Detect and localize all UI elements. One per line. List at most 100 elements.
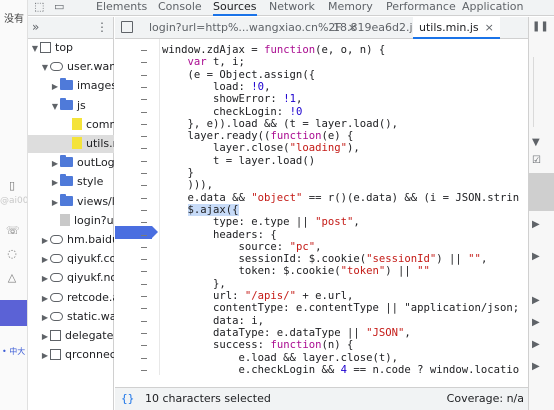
tab-application[interactable]: Application: [462, 0, 523, 16]
line-marker: [141, 320, 147, 322]
tab-performance[interactable]: Performance: [386, 0, 456, 16]
tree-item[interactable]: ▶ qiyukf.nos: [28, 269, 114, 287]
tree-item[interactable]: ▶ delegate.f: [28, 327, 114, 345]
navigator-menu-icon[interactable]: ⋮: [96, 20, 108, 34]
tree-item[interactable]: comm: [28, 116, 114, 134]
breakpoint-marker[interactable]: [115, 226, 158, 239]
page-blue-banner[interactable]: [0, 300, 27, 326]
expand-arrow-icon[interactable]: ▶: [532, 317, 540, 328]
collapsed-arrow-icon[interactable]: ▶: [40, 328, 50, 345]
tree-item[interactable]: ▶ style: [28, 173, 114, 191]
inspect-element-icon[interactable]: ⬚: [34, 0, 44, 13]
folder-icon: [60, 78, 73, 91]
debugger-section-bar: [529, 173, 554, 211]
folder-icon: [60, 174, 73, 187]
collapsed-arrow-icon[interactable]: ▶: [40, 290, 50, 307]
tree-item-label: comm: [86, 117, 114, 131]
folder-icon: [60, 193, 73, 206]
tree-item-label: login?u: [74, 213, 114, 227]
expand-arrow-icon[interactable]: ▶: [532, 251, 540, 262]
js-file-icon: [72, 117, 82, 130]
collapsed-arrow-icon[interactable]: ▶: [40, 270, 50, 287]
underlying-page-strip: 没有 ▯ @ai0007c ☏ ◌ △ • 中大: [0, 0, 28, 410]
code-area[interactable]: window.zdAjax = function(e, o, n) { var …: [162, 39, 528, 375]
tree-item[interactable]: ▶ retcode.al: [28, 289, 114, 307]
tab-elements[interactable]: Elements: [96, 0, 147, 16]
device-toolbar-icon[interactable]: ▭: [54, 0, 64, 13]
expand-arrow-icon[interactable]: ▶: [532, 295, 540, 306]
line-marker: [141, 345, 147, 347]
line-marker: [141, 86, 147, 88]
expand-arrow-icon[interactable]: ▶: [532, 219, 540, 230]
expanded-arrow-icon[interactable]: ▼: [30, 40, 40, 57]
line-marker: [141, 50, 147, 51]
cloud-icon: [50, 62, 63, 72]
line-marker: [141, 234, 147, 236]
line-marker: [141, 332, 147, 334]
file-tab-label: utils.min.js: [419, 21, 479, 34]
collapsed-arrow-icon[interactable]: ▶: [40, 232, 50, 249]
cloud-icon: [50, 235, 63, 244]
selected-text: $.ajax({: [187, 203, 239, 216]
tree-item[interactable]: utils.m: [28, 135, 114, 153]
tree-item[interactable]: ▶ qiyukf.cor: [28, 250, 114, 268]
collapsed-arrow-icon[interactable]: ▶: [40, 347, 50, 364]
code-line[interactable]: e.checkLogin && 4 == n.code ? window.loc…: [162, 363, 520, 375]
tree-item[interactable]: ▼ js: [28, 97, 114, 115]
pause-icon[interactable]: ❚❚: [532, 21, 549, 32]
debugger-scroll-track[interactable]: [533, 57, 551, 127]
tab-console[interactable]: Console: [158, 0, 202, 16]
square-icon: [40, 42, 51, 53]
phone-icon: ▯: [8, 179, 16, 192]
collapsed-arrow-icon[interactable]: ▶: [50, 155, 60, 172]
tab-sources[interactable]: Sources: [213, 0, 257, 16]
cloud-icon: [50, 311, 63, 321]
expand-arrow-icon[interactable]: ▶: [532, 361, 540, 372]
file-tab-utils[interactable]: utils.min.js ×: [413, 17, 500, 39]
tree-item[interactable]: ▶ outLogi: [28, 154, 114, 172]
collapsed-arrow-icon[interactable]: ▶: [40, 309, 50, 326]
more-tabs-chevron-icon[interactable]: »: [32, 20, 39, 34]
tree-item[interactable]: ▶ views/lo: [28, 193, 114, 211]
line-gutter[interactable]: [115, 39, 160, 375]
collapsed-arrow-icon[interactable]: ▶: [50, 78, 60, 95]
tab-memory[interactable]: Memory: [328, 0, 373, 16]
tree-item[interactable]: ▼ top: [28, 39, 114, 57]
gray-file-icon: [60, 213, 70, 226]
tree-item[interactable]: ▶ qrconnect: [28, 346, 114, 364]
expanded-arrow-icon[interactable]: ▼: [50, 98, 60, 115]
tab-network[interactable]: Network: [269, 0, 315, 16]
checkbox-icon[interactable]: ☑: [532, 155, 541, 166]
cloud-icon: [50, 273, 63, 283]
tree-item[interactable]: ▶ hm.baidu.: [28, 231, 114, 249]
file-tab-bar: login?url=http%...wangxiao.cn%2F × 18.819…: [115, 17, 528, 39]
line-marker: [141, 209, 147, 211]
toggle-navigator-icon[interactable]: [121, 21, 133, 33]
pretty-print-icon[interactable]: {}: [121, 388, 134, 410]
square-icon: [50, 330, 61, 341]
expand-arrow-icon[interactable]: ▼: [532, 137, 540, 148]
expanded-arrow-icon[interactable]: ▼: [40, 59, 50, 76]
collapsed-arrow-icon[interactable]: ▶: [50, 174, 60, 191]
page-bottom-link[interactable]: • 中大: [2, 346, 25, 357]
line-marker: [141, 74, 147, 76]
line-marker: [141, 148, 147, 150]
tree-item[interactable]: ▼ user.wang: [28, 58, 114, 76]
tree-item-label: user.wang: [67, 60, 114, 74]
tree-item-label: top: [55, 41, 74, 54]
line-marker: [141, 271, 147, 273]
js-file-icon: [72, 137, 82, 149]
collapsed-arrow-icon[interactable]: ▶: [50, 194, 60, 211]
collapsed-arrow-icon[interactable]: ▶: [40, 251, 50, 268]
line-marker: [141, 296, 147, 297]
wechat-icon: ◌: [7, 247, 17, 260]
page-watermark: @ai0007c: [0, 196, 28, 206]
tree-item[interactable]: ▶ images: [28, 77, 114, 95]
expand-arrow-icon[interactable]: ▶: [532, 339, 540, 350]
tree-item[interactable]: ▶ static.wan: [28, 308, 114, 326]
tree-item-label: utils.m: [86, 137, 114, 150]
tree-item[interactable]: login?u: [28, 212, 114, 230]
debugger-sidebar: ❚❚ ▼ ☑ ▶ ▶ ▶ ▶ ▶ ▶: [528, 17, 554, 410]
file-tab-chunk[interactable]: 18.819ea6d2.js: [329, 17, 422, 39]
close-icon[interactable]: ×: [485, 21, 494, 34]
